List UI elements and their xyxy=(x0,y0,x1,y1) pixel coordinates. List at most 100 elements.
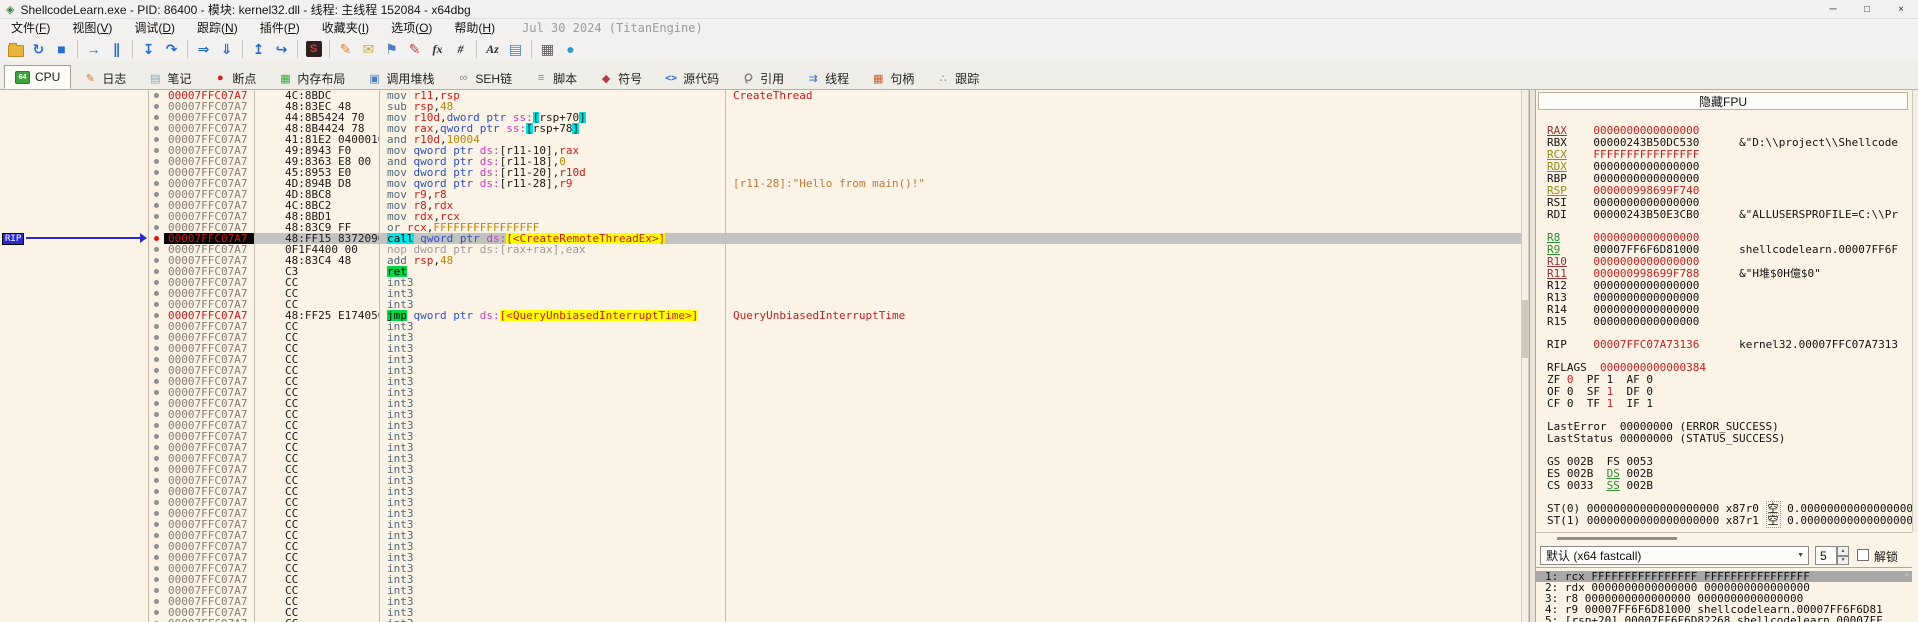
register-line[interactable]: LastStatus 00000000 (STATUS_SUCCESS) xyxy=(1547,433,1785,445)
step-over-icon[interactable]: ↷ xyxy=(160,38,183,60)
breakpoint-dot[interactable] xyxy=(154,291,159,296)
open-file-icon[interactable] xyxy=(4,38,27,60)
disasm-row[interactable]: 00007FFC07A741:81E2 04000100and r10d,100… xyxy=(0,134,1521,145)
registers-scrollbar[interactable] xyxy=(1912,90,1918,532)
label-icon[interactable]: ⚑ xyxy=(380,38,403,60)
breakpoint-dot[interactable] xyxy=(154,159,159,164)
disasm-row[interactable]: 00007FFC07A7CCint3 xyxy=(0,618,1521,622)
disasm-row[interactable]: 00007FFC07A7CCint3 xyxy=(0,299,1521,310)
disasm-row[interactable]: 00007FFC07A7CCint3 xyxy=(0,508,1521,519)
disasm-row[interactable]: 00007FFC07A7CCint3 xyxy=(0,563,1521,574)
register-line[interactable]: CS 0033 SS 002B xyxy=(1547,480,1653,492)
breakpoint-dot[interactable] xyxy=(154,379,159,384)
tab-trace-tab[interactable]: ∴跟踪 xyxy=(926,67,989,89)
breakpoint-dot[interactable] xyxy=(154,247,159,252)
menu-options[interactable]: 选项(O) xyxy=(380,18,443,37)
breakpoint-dot[interactable] xyxy=(154,577,159,582)
disasm-row[interactable]: 00007FFC07A7CCint3 xyxy=(0,332,1521,343)
tab-seh-chain[interactable]: ∞SEH链 xyxy=(446,67,522,89)
disasm-row[interactable]: 00007FFC07A70F1F4400 00nop dword ptr ds:… xyxy=(0,244,1521,255)
disasm-row[interactable]: 00007FFC07A7CCint3 xyxy=(0,343,1521,354)
patch-icon[interactable]: ✎ xyxy=(334,38,357,60)
tab-threads[interactable]: ⇉线程 xyxy=(796,67,859,89)
breakpoint-dot[interactable] xyxy=(154,445,159,450)
breakpoint-dot[interactable] xyxy=(154,456,159,461)
tab-memory-map[interactable]: ▦内存布局 xyxy=(268,67,355,89)
spinner-up-icon[interactable]: ▲ xyxy=(1837,546,1849,556)
breakpoint-dot[interactable] xyxy=(154,324,159,329)
breakpoint-dot-active[interactable] xyxy=(154,236,159,241)
register-line[interactable]: RDI 00000243B50E3CB0 &"ALLUSERSPROFILE=C… xyxy=(1547,209,1898,221)
minimize-button[interactable]: ─ xyxy=(1816,0,1850,18)
disasm-row[interactable]: 00007FFC07A7CCint3 xyxy=(0,464,1521,475)
function-fx-icon[interactable]: fx xyxy=(426,38,449,60)
step-out-icon[interactable]: ↥ xyxy=(247,38,270,60)
tab-breakpoints[interactable]: ●断点 xyxy=(203,67,266,89)
highlight-icon[interactable]: ✎ xyxy=(403,38,426,60)
breakpoint-dot[interactable] xyxy=(154,258,159,263)
breakpoint-dot[interactable] xyxy=(154,93,159,98)
pause-icon[interactable]: ∥ xyxy=(105,38,128,60)
disasm-row[interactable]: 00007FFC07A745:8953 E0mov dword ptr ds:[… xyxy=(0,167,1521,178)
breakpoint-dot[interactable] xyxy=(154,313,159,318)
trace-into-icon[interactable]: ⇓ xyxy=(215,38,238,60)
spinner-down-icon[interactable]: ▼ xyxy=(1837,556,1849,566)
tab-source[interactable]: <>源代码 xyxy=(654,67,729,89)
menu-help[interactable]: 帮助(H) xyxy=(443,18,506,37)
breakpoint-dot[interactable] xyxy=(154,522,159,527)
unlock-checkbox[interactable] xyxy=(1857,549,1869,561)
disasm-row[interactable]: 00007FFC07A7CCint3 xyxy=(0,398,1521,409)
menu-favourites[interactable]: 收藏夹(I) xyxy=(311,18,380,37)
disasm-row[interactable]: 00007FFC07A7CCint3 xyxy=(0,442,1521,453)
hide-fpu-button[interactable]: 隐藏FPU xyxy=(1538,92,1908,110)
register-line[interactable]: R15 0000000000000000 xyxy=(1547,316,1699,328)
disasm-row[interactable]: 00007FFC07A748:FF25 E1740500jmp qword pt… xyxy=(0,310,1521,321)
disasm-row[interactable]: 00007FFC07A7CCint3 xyxy=(0,420,1521,431)
breakpoint-dot[interactable] xyxy=(154,181,159,186)
breakpoint-dot[interactable] xyxy=(154,544,159,549)
run-to-cursor-icon[interactable]: ⇒ xyxy=(192,38,215,60)
disasm-row[interactable]: 00007FFC07A7CCint3 xyxy=(0,431,1521,442)
breakpoint-dot[interactable] xyxy=(154,478,159,483)
disasm-row[interactable]: 00007FFC07A7CCint3 xyxy=(0,519,1521,530)
breakpoint-dot[interactable] xyxy=(154,500,159,505)
disasm-row[interactable]: 00007FFC07A748:8B4424 78mov rax,qword pt… xyxy=(0,123,1521,134)
registers-args-splitter[interactable] xyxy=(1557,537,1677,540)
disasm-row[interactable]: 00007FFC07A7CCint3 xyxy=(0,585,1521,596)
breakpoint-dot[interactable] xyxy=(154,357,159,362)
breakpoint-dot[interactable] xyxy=(154,566,159,571)
breakpoint-dot[interactable] xyxy=(154,203,159,208)
menu-view[interactable]: 视图(V) xyxy=(61,18,123,37)
disasm-row[interactable]: 00007FFC07A7CCint3 xyxy=(0,354,1521,365)
run-icon[interactable]: → xyxy=(82,38,105,60)
tab-script[interactable]: ≡脚本 xyxy=(524,67,587,89)
breakpoint-dot[interactable] xyxy=(154,280,159,285)
step-into-icon[interactable]: ↧ xyxy=(137,38,160,60)
breakpoint-dot[interactable] xyxy=(154,225,159,230)
disasm-scrollbar-thumb[interactable] xyxy=(1522,300,1528,358)
disasm-row[interactable]: 00007FFC07A7CCint3 xyxy=(0,387,1521,398)
register-line[interactable]: ST(1) 00000000000000000000 x87r1 空 0.000… xyxy=(1547,515,1912,527)
tab-call-stack[interactable]: ▣调用堆栈 xyxy=(357,67,444,89)
disasm-row[interactable]: 00007FFC07A7CCint3 xyxy=(0,607,1521,618)
disasm-row[interactable]: 00007FFC07A7CCint3 xyxy=(0,277,1521,288)
tab-symbols[interactable]: ◆符号 xyxy=(589,67,652,89)
disasm-row[interactable]: 00007FFC07A7CCint3 xyxy=(0,409,1521,420)
arg-count-spinner[interactable]: ▲ ▼ xyxy=(1837,546,1849,565)
tab-notes[interactable]: ▤笔记 xyxy=(138,67,201,89)
breakpoint-dot[interactable] xyxy=(154,401,159,406)
disasm-row[interactable]: 00007FFC07A7C3ret xyxy=(0,266,1521,277)
settings-s-icon[interactable]: S xyxy=(302,38,325,60)
tab-references[interactable]: Q引用 xyxy=(731,67,794,89)
register-line[interactable]: RIP 00007FFC07A73136 kernel32.00007FFC07… xyxy=(1547,339,1898,351)
disasm-row[interactable]: 00007FFC07A7CCint3 xyxy=(0,596,1521,607)
breakpoint-dot[interactable] xyxy=(154,511,159,516)
disasm-row[interactable]: 00007FFC07A748:83C9 FFor rcx,FFFFFFFFFFF… xyxy=(0,222,1521,233)
disasm-row[interactable]: 00007FFC07A74C:8BDCmov r11,rspCreateThre… xyxy=(0,90,1521,101)
disasm-row[interactable]: 00007FFC07A7CCint3 xyxy=(0,574,1521,585)
breakpoint-dot[interactable] xyxy=(154,368,159,373)
close-button[interactable]: × xyxy=(1884,0,1918,18)
maximize-button[interactable]: □ xyxy=(1850,0,1884,18)
run-to-user-code-icon[interactable]: ↪ xyxy=(270,38,293,60)
disasm-row[interactable]: 00007FFC07A7CCint3 xyxy=(0,365,1521,376)
